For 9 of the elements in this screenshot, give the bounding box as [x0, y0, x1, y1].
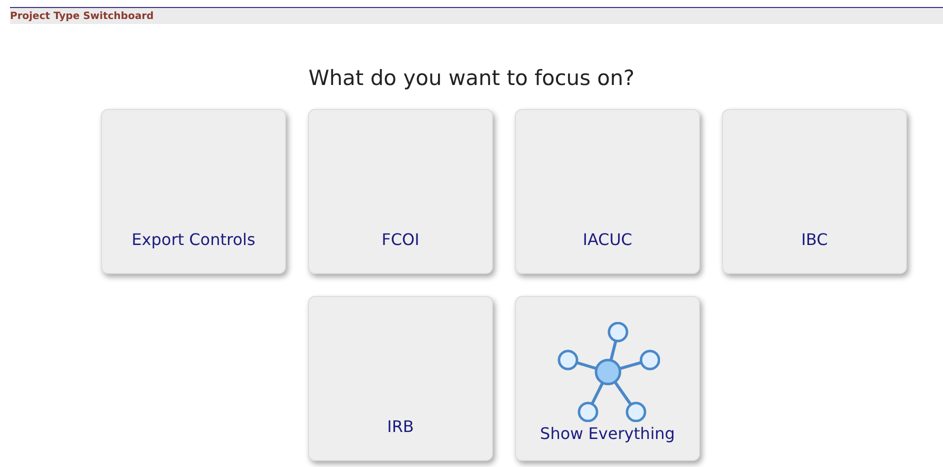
- tile-button[interactable]: Show Everything: [515, 296, 700, 461]
- tile-button[interactable]: IRB: [308, 296, 493, 461]
- tile-button[interactable]: IACUC: [515, 109, 700, 274]
- network-icon: [556, 322, 660, 422]
- tile-button[interactable]: Export Controls: [101, 109, 286, 274]
- tile-button[interactable]: FCOI: [308, 109, 493, 274]
- page-title: Project Type Switchboard: [10, 10, 154, 22]
- heading: What do you want to focus on?: [307, 66, 636, 90]
- tile-button[interactable]: IBC: [722, 109, 907, 274]
